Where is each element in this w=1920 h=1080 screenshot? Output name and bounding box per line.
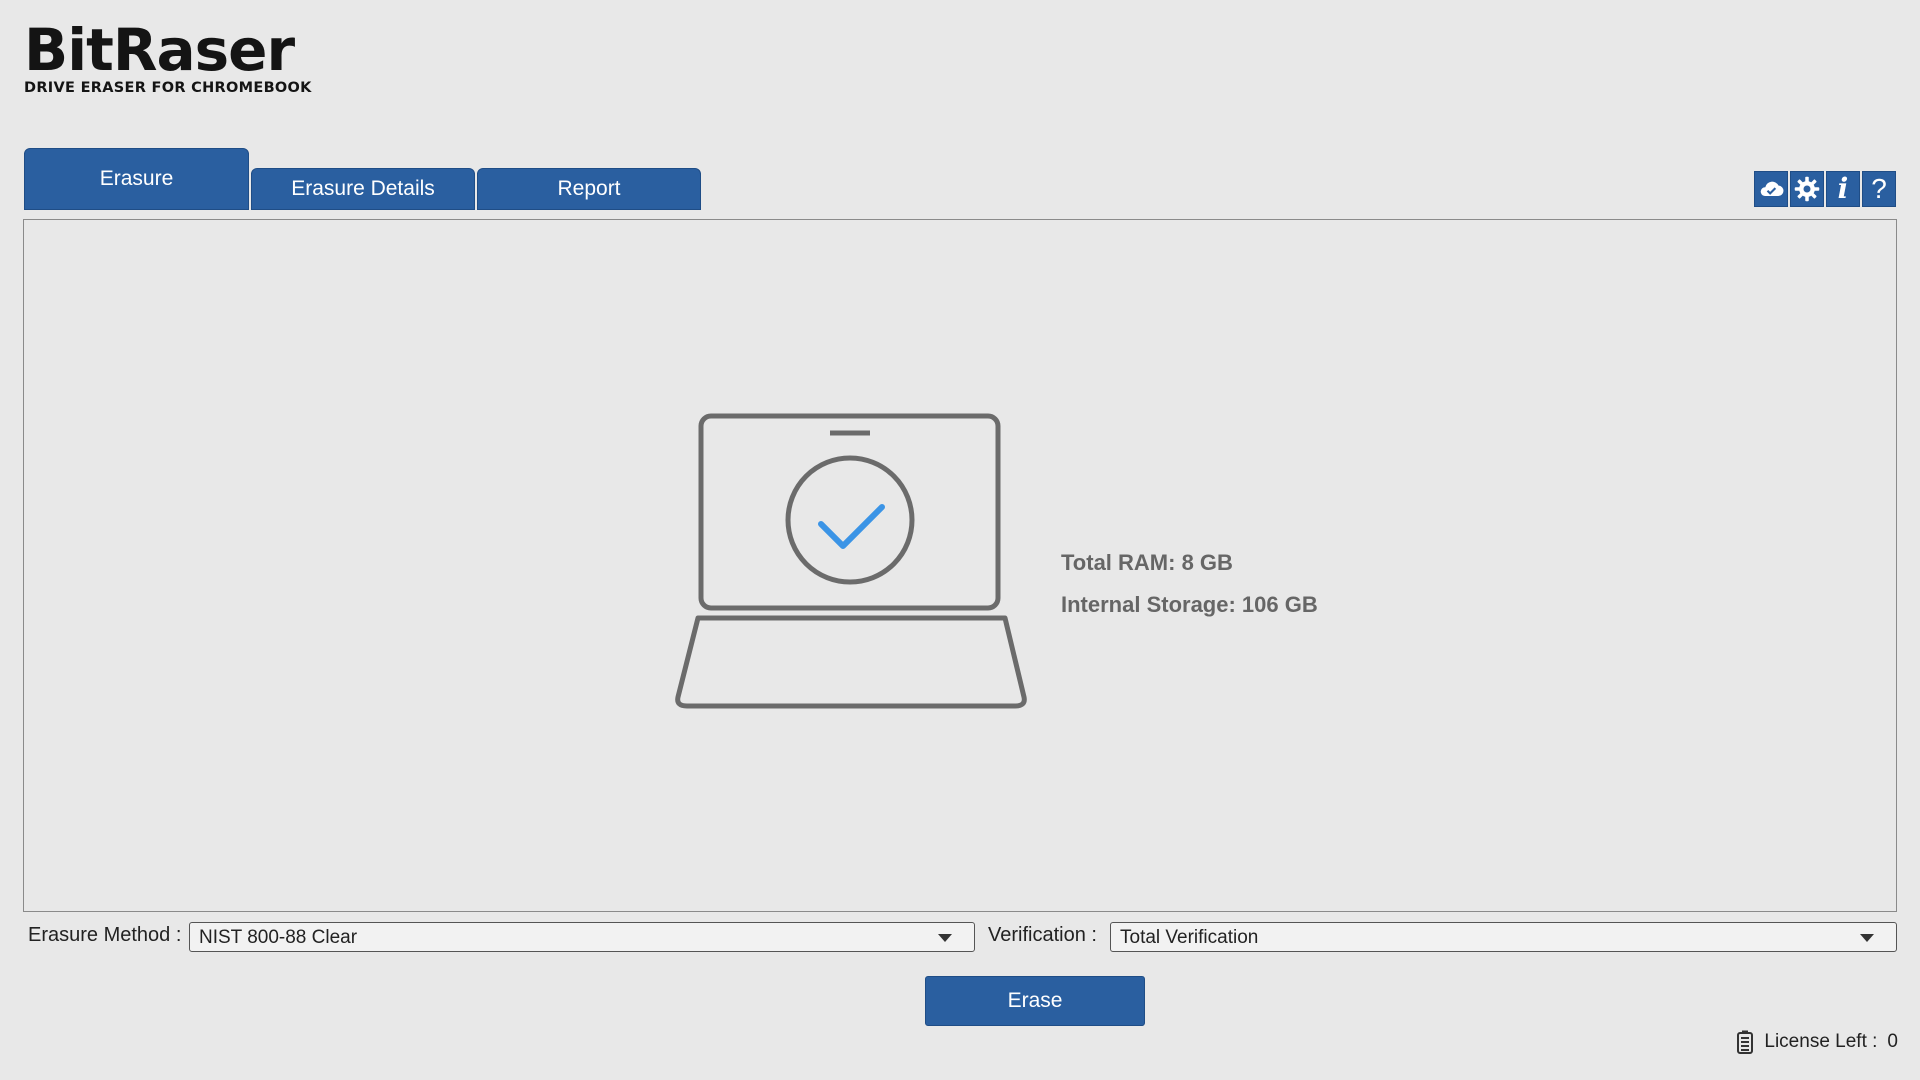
- license-count: 0: [1887, 1031, 1898, 1053]
- license-icon: [1736, 1030, 1754, 1054]
- info-button[interactable]: i: [1826, 171, 1860, 207]
- erasure-method-label: Erasure Method :: [28, 924, 181, 947]
- info-icon: i: [1838, 175, 1849, 203]
- tab-erasure-details[interactable]: Erasure Details: [251, 168, 475, 210]
- app-window: BitRaser DRIVE ERASER FOR CHROMEBOOK Era…: [0, 0, 1920, 1080]
- help-button[interactable]: ?: [1862, 171, 1896, 207]
- verification-label: Verification :: [988, 924, 1097, 947]
- chevron-down-icon: [938, 934, 952, 942]
- erasure-method-select[interactable]: NIST 800-88 Clear: [189, 922, 975, 952]
- erasure-panel: Total RAM: 8 GB Internal Storage: 106 GB: [23, 219, 1897, 912]
- verification-select[interactable]: Total Verification: [1110, 922, 1897, 952]
- settings-button[interactable]: [1790, 171, 1824, 207]
- erase-button[interactable]: Erase: [925, 976, 1145, 1026]
- help-icon: ?: [1871, 173, 1887, 205]
- license-label: License Left :: [1764, 1031, 1877, 1053]
- tab-bar: Erasure Erasure Details Report: [24, 148, 704, 210]
- license-status: License Left : 0: [1736, 1030, 1898, 1054]
- tab-report[interactable]: Report: [477, 168, 701, 210]
- tab-erasure[interactable]: Erasure: [24, 148, 249, 210]
- erasure-method-value: NIST 800-88 Clear: [199, 927, 357, 948]
- cloud-button[interactable]: [1754, 171, 1788, 207]
- brand-logo: BitRaser DRIVE ERASER FOR CHROMEBOOK: [24, 20, 312, 96]
- toolbar: i ?: [1754, 171, 1896, 207]
- laptop-check-icon: [675, 413, 1047, 743]
- chevron-down-icon: [1860, 934, 1874, 942]
- logo-tagline: DRIVE ERASER FOR CHROMEBOOK: [24, 80, 312, 96]
- device-info: Total RAM: 8 GB Internal Storage: 106 GB: [1061, 550, 1318, 634]
- total-ram-text: Total RAM: 8 GB: [1061, 550, 1318, 576]
- internal-storage-text: Internal Storage: 106 GB: [1061, 592, 1318, 618]
- gear-icon: [1793, 175, 1821, 203]
- logo-wordmark: BitRaser: [24, 20, 312, 80]
- cloud-icon: [1757, 175, 1785, 203]
- verification-value: Total Verification: [1120, 927, 1258, 948]
